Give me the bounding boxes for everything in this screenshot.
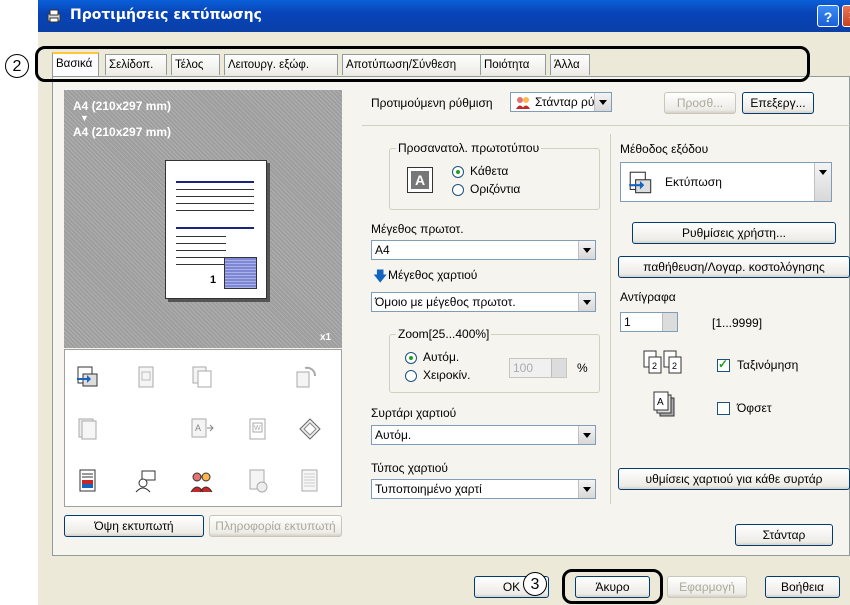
callout-number-2: 2: [5, 54, 29, 78]
page-number: 1: [210, 274, 217, 286]
callout-number-3: 3: [523, 572, 547, 596]
edit-preset-button[interactable]: Επεξεργ...: [742, 92, 814, 114]
copies-label: Αντίγραφα: [620, 290, 676, 304]
function-icon-grid: A W: [64, 349, 342, 507]
default-button[interactable]: Στάνταρ: [735, 524, 833, 546]
color-document-icon: [79, 469, 96, 492]
print-position-icon: A: [191, 418, 214, 438]
divider: [362, 125, 850, 126]
paper-insert-icon: [299, 418, 321, 440]
user-auth-icon: [135, 470, 156, 493]
close-button[interactable]: ×: [842, 5, 850, 27]
zoom-value: 100: [513, 361, 534, 375]
blank-page-icon: [301, 469, 318, 492]
printer-info-button[interactable]: Πληροφορία εκτυπωτή: [209, 515, 342, 537]
offset-label: Όφσετ: [737, 401, 772, 415]
paper-type-label: Τύπος χαρτιού: [371, 461, 448, 475]
orientation-title: Προσανατολ. πρωτοτύπου: [396, 141, 542, 155]
original-size-readout: A4 (210x297 mm): [73, 99, 172, 113]
output-method-icon: [77, 366, 98, 387]
page-preview: 1: [165, 160, 267, 299]
copy-icon: [192, 366, 212, 388]
output-method-select[interactable]: Εκτύπωση: [620, 162, 832, 202]
add-preset-button[interactable]: Προσθ...: [664, 92, 736, 114]
tabs-callout-frame: [35, 46, 810, 82]
paper-size-readout: A4 (210x297 mm): [73, 125, 172, 139]
paper-per-tray-button[interactable]: υθμίσεις χαρτιού για κάθε συρτάρ: [618, 468, 850, 490]
offset-icon: A: [653, 391, 675, 417]
orientation-glyph: A: [411, 171, 429, 189]
staple-position-icon: [224, 257, 257, 289]
output-method-label: Μέθοδος εξόδου: [620, 142, 709, 156]
paper-size-value: Όμοιο με μέγεθος πρωτοτ.: [375, 295, 516, 309]
paper-type-value: Τυποποιημένο χαρτί: [375, 482, 482, 496]
zoom-group: Zoom[25...400%]: [389, 327, 600, 393]
output-print-icon: [629, 171, 652, 194]
zoom-unit: %: [577, 361, 588, 375]
preferred-setting-label: Προτιμούμενη ρύθμιση: [371, 96, 493, 110]
svg-text:A: A: [195, 423, 201, 433]
collate-label: Ταξινόμηση: [737, 358, 799, 372]
cancel-callout-frame: [562, 569, 663, 604]
portrait-radio[interactable]: [452, 166, 464, 178]
zoom-manual-radio[interactable]: [405, 370, 417, 382]
collate-icon: 2 2: [643, 350, 682, 374]
favorite-settings-icon: [516, 97, 530, 109]
output-method-value: Εκτύπωση: [665, 175, 722, 189]
vertical-divider: [610, 134, 611, 504]
landscape-radio[interactable]: [452, 184, 464, 196]
paper-tray-label: Συρτάρι χαρτιού: [371, 406, 457, 420]
store-accounting-button[interactable]: παθήθευση/Λογαρ. κοστολόγησης: [618, 256, 850, 278]
watermark-icon: [249, 469, 268, 493]
stack-icon: [78, 418, 97, 440]
overlay-icon: W: [249, 418, 266, 440]
original-size-value: A4: [375, 243, 390, 257]
down-arrow-icon: 🡇: [373, 268, 388, 284]
paper-tray-select[interactable]: Αυτόμ.: [371, 425, 596, 445]
paper-size-select[interactable]: Όμοιο με μέγεθος πρωτοτ.: [371, 292, 596, 312]
help-button[interactable]: Βοήθεια: [765, 576, 840, 598]
printer-icon: [47, 9, 61, 23]
window-title: Προτιμήσεις εκτύπωσης: [70, 7, 262, 23]
original-size-select[interactable]: A4: [371, 240, 596, 260]
portrait-label: Κάθετα: [470, 164, 509, 178]
landscape-label: Οριζόντια: [470, 182, 521, 196]
copies-indicator: x1: [320, 332, 332, 343]
svg-text:A: A: [657, 397, 664, 408]
copies-spinner[interactable]: 1: [620, 312, 678, 332]
paper-type-select[interactable]: Τυποποιημένο χαρτί: [371, 479, 596, 499]
offset-checkbox[interactable]: [717, 402, 730, 415]
title-bar: Προτιμήσεις εκτύπωσης ? ×: [38, 0, 850, 32]
apply-button[interactable]: Εφαρμογή: [667, 576, 747, 598]
size-arrow-icon: ▼: [80, 113, 89, 123]
help-title-button[interactable]: ?: [817, 5, 839, 27]
booklet-icon: [138, 366, 154, 388]
paper-tray-value: Αυτόμ.: [375, 428, 412, 442]
zoom-title: Zoom[25...400%]: [396, 327, 492, 341]
paper-size-label: Μέγεθος χαρτιού: [388, 268, 478, 282]
svg-text:W: W: [254, 425, 261, 432]
original-size-label: Μέγεθος πρωτοτ.: [371, 222, 464, 236]
svg-text:2: 2: [672, 361, 677, 371]
zoom-value-spinner[interactable]: 100: [509, 358, 567, 378]
preferred-setting-select[interactable]: Στάνταρ ρύθμισ: [510, 92, 612, 112]
zoom-auto-label: Αυτόμ.: [423, 350, 460, 364]
printer-view-button[interactable]: Όψη εκτυπωτή: [64, 515, 204, 537]
zoom-manual-label: Χειροκίν.: [423, 368, 471, 382]
copies-range: [1...9999]: [712, 316, 763, 330]
orientation-preview: A: [407, 167, 433, 193]
svg-text:2: 2: [652, 361, 657, 371]
collate-checkbox[interactable]: [717, 357, 730, 372]
account-track-icon: [190, 472, 213, 493]
zoom-auto-radio[interactable]: [405, 352, 417, 364]
user-settings-button[interactable]: Ρυθμίσεις χρήστη...: [632, 222, 836, 244]
copies-value: 1: [624, 315, 631, 329]
rotate-icon: [296, 366, 316, 388]
